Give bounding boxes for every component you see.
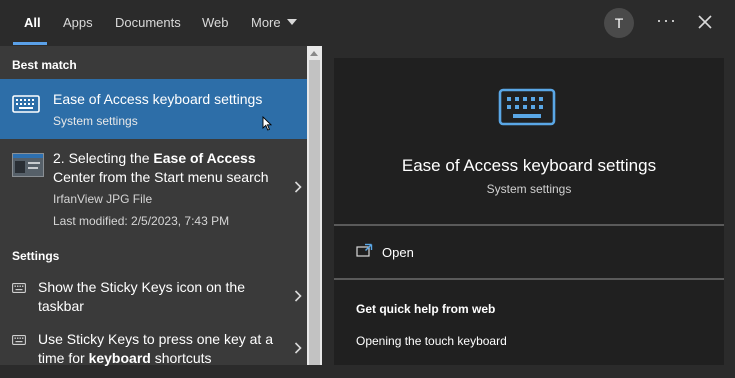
document-thumbnail: [12, 153, 44, 177]
chevron-right-icon[interactable]: [294, 342, 302, 354]
best-match-heading: Best match: [12, 58, 77, 72]
account-avatar[interactable]: T: [604, 8, 634, 38]
best-match-title: Ease of Access keyboard settings: [53, 91, 263, 107]
setting-result-line2-suffix: shortcuts: [150, 350, 212, 366]
chevron-down-icon: [286, 19, 297, 25]
keyboard-icon: [498, 88, 556, 126]
setting-result-line2: taskbar: [38, 298, 84, 314]
setting-result[interactable]: Show the Sticky Keys icon on the taskbar: [0, 278, 307, 326]
document-modified: Last modified: 2/5/2023, 7:43 PM: [53, 214, 230, 228]
setting-result-highlight: keyboard: [88, 350, 151, 366]
best-match-subtitle: System settings: [53, 114, 138, 128]
setting-result[interactable]: Use Sticky Keys to press one key at a tim…: [0, 330, 307, 378]
preview-pane: Ease of Access keyboard settings System …: [334, 58, 724, 365]
best-match-result[interactable]: Ease of Access keyboard settings System …: [0, 79, 307, 139]
setting-result-line2-prefix: time for: [38, 350, 89, 366]
setting-result-label: Show the Sticky Keys icon on the taskbar: [38, 278, 278, 316]
more-options-icon[interactable]: ···: [656, 10, 677, 31]
tab-web[interactable]: Web: [202, 15, 229, 30]
tab-documents[interactable]: Documents: [115, 15, 181, 30]
document-title-line2: Center from the Start menu search: [53, 169, 269, 185]
keyboard-icon: [12, 335, 26, 345]
tab-more-label: More: [251, 15, 281, 30]
setting-result-line1: Show the Sticky Keys icon on the: [38, 279, 245, 295]
preview-divider: [334, 278, 724, 280]
keyboard-icon: [12, 283, 26, 293]
chevron-right-icon[interactable]: [294, 181, 302, 193]
search-tab-bar: All Apps Documents Web More T ···: [0, 0, 735, 46]
tab-apps[interactable]: Apps: [63, 15, 93, 30]
tab-more[interactable]: More: [251, 15, 297, 30]
scroll-up-arrow-icon[interactable]: [310, 51, 318, 56]
keyboard-icon: [12, 95, 40, 113]
active-tab-indicator: [13, 42, 47, 45]
scrollbar-thumb[interactable]: [309, 60, 320, 365]
quick-help-heading: Get quick help from web: [356, 302, 496, 316]
help-link-touch-keyboard[interactable]: Opening the touch keyboard: [356, 334, 507, 348]
document-title-highlight: Ease of Access: [153, 150, 256, 166]
chevron-right-icon[interactable]: [294, 290, 302, 302]
document-title-line1: 2. Selecting the Ease of Access: [53, 150, 256, 166]
preview-subtitle: System settings: [486, 182, 572, 196]
document-type: IrfanView JPG File: [53, 192, 153, 206]
open-window-icon: [356, 243, 373, 257]
results-pane: Best match Ease of Access keyboard setti…: [0, 46, 307, 366]
setting-result-line1: Use Sticky Keys to press one key at a: [38, 331, 273, 347]
setting-result-label: Use Sticky Keys to press one key at a tim…: [38, 330, 278, 368]
document-title-prefix: 2. Selecting the: [53, 150, 154, 166]
mouse-pointer-icon: [262, 116, 272, 131]
results-scrollbar[interactable]: [307, 46, 322, 365]
document-result[interactable]: 2. Selecting the Ease of Access Center f…: [0, 144, 307, 236]
preview-divider: [334, 224, 724, 226]
tab-all[interactable]: All: [24, 15, 41, 30]
open-label: Open: [382, 245, 414, 260]
open-action[interactable]: Open: [354, 242, 554, 264]
preview-title: Ease of Access keyboard settings: [401, 156, 657, 175]
settings-heading: Settings: [12, 249, 60, 263]
close-icon[interactable]: [695, 12, 715, 32]
